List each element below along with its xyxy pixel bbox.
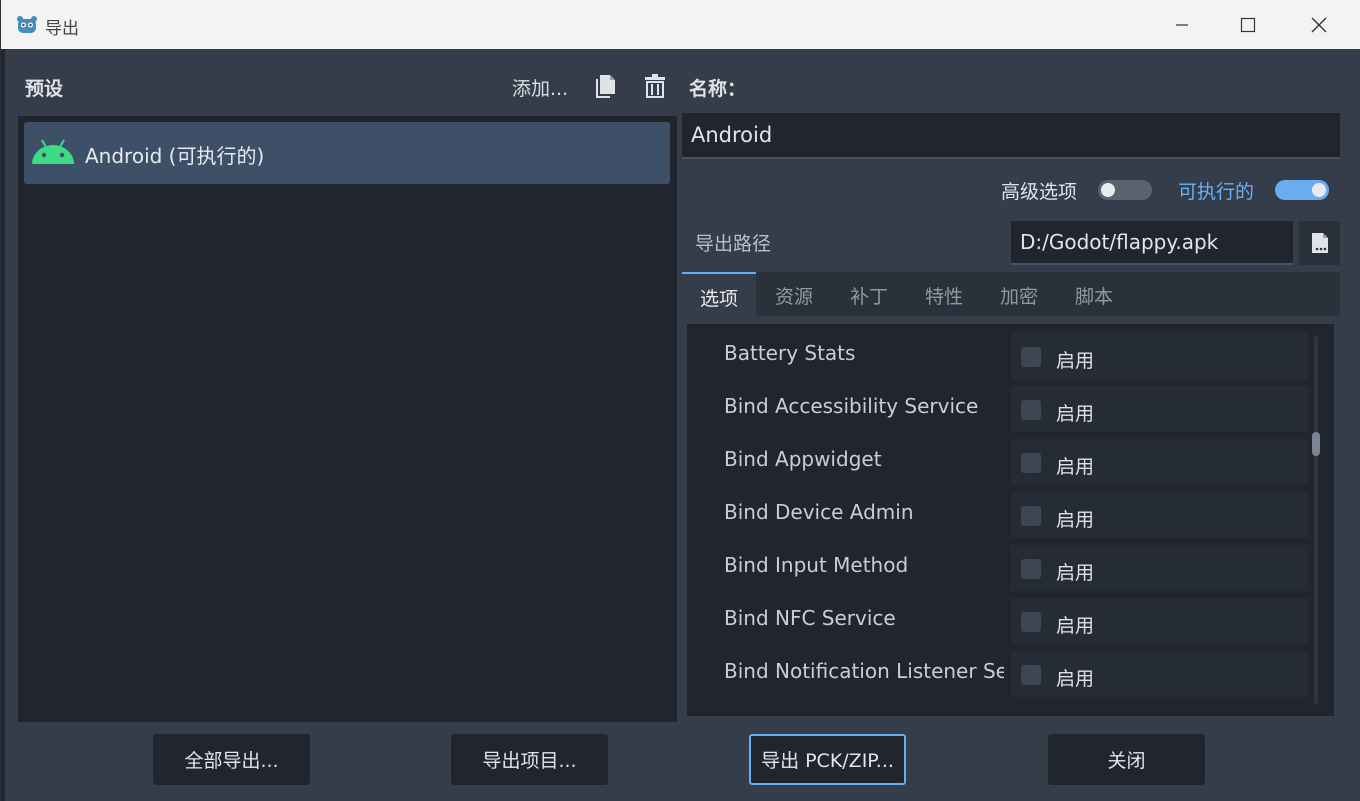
enable-label[interactable]: 启用: [1056, 611, 1094, 638]
enable-checkbox[interactable]: [1021, 347, 1041, 367]
export-project-button[interactable]: 导出项目...: [451, 734, 608, 785]
enable-checkbox[interactable]: [1021, 506, 1041, 526]
preset-list: Android (可执行的): [18, 116, 677, 722]
export-path-input[interactable]: D:/Godot/flappy.apk: [1011, 221, 1293, 265]
enable-checkbox[interactable]: [1021, 400, 1041, 420]
runnable-label: 可执行的: [1178, 181, 1255, 203]
option-label: Bind NFC Service: [724, 606, 896, 630]
option-row: Battery Stats 启用: [687, 327, 1312, 379]
enable-label[interactable]: 启用: [1056, 558, 1094, 585]
tab-patches[interactable]: 补丁: [832, 272, 906, 316]
options-list: Battery Stats 启用 Bind Accessibility Serv…: [687, 324, 1334, 716]
toggle-knob: [1101, 183, 1115, 197]
preset-item-label: Android (可执行的): [85, 144, 265, 168]
close-icon: [1311, 17, 1327, 32]
tab-scripts[interactable]: 脚本: [1057, 272, 1131, 316]
enable-label[interactable]: 启用: [1056, 452, 1094, 479]
maximize-icon: [1240, 17, 1256, 32]
preset-name-input[interactable]: Android: [682, 113, 1340, 159]
tab-features[interactable]: 特性: [907, 272, 981, 316]
export-dialog: 导出 预设 添加... Android (可执行的) 名称： Android 高…: [0, 0, 1360, 801]
presets-heading: 预设: [25, 78, 64, 100]
preset-item-android[interactable]: Android (可执行的): [24, 122, 670, 184]
duplicate-icon[interactable]: [594, 72, 620, 100]
tab-resources[interactable]: 资源: [757, 272, 831, 316]
minimize-button[interactable]: [1147, 0, 1217, 49]
advanced-options-toggle[interactable]: [1098, 180, 1152, 200]
file-icon: [1311, 233, 1328, 253]
tab-options[interactable]: 选项: [682, 272, 756, 316]
enable-label[interactable]: 启用: [1056, 505, 1094, 532]
enable-checkbox[interactable]: [1021, 559, 1041, 579]
toggle-knob: [1312, 183, 1326, 197]
scrollbar-thumb[interactable]: [1312, 432, 1320, 456]
window-title: 导出: [45, 19, 79, 39]
export-path-label: 导出路径: [695, 233, 772, 255]
option-row: Bind NFC Service 启用: [687, 592, 1312, 644]
enable-label[interactable]: 启用: [1056, 346, 1094, 373]
option-row: Bind Accessibility Service 启用: [687, 380, 1312, 432]
option-value: 启用: [1011, 333, 1308, 379]
option-label: Battery Stats: [724, 341, 856, 365]
title-bar: 导出: [1, 0, 1360, 49]
export-all-button[interactable]: 全部导出...: [153, 734, 310, 785]
enable-checkbox[interactable]: [1021, 665, 1041, 685]
option-label: Bind Notification Listener Se: [724, 659, 1004, 683]
delete-icon[interactable]: [642, 72, 668, 100]
godot-logo-icon: [17, 16, 37, 33]
option-row: Bind Notification Listener Se 启用: [687, 645, 1312, 697]
minimize-icon: [1176, 23, 1188, 26]
option-row: Bind Input Method 启用: [687, 539, 1312, 591]
option-label: Bind Input Method: [724, 553, 909, 577]
tab-bar: 选项 资源 补丁 特性 加密 脚本: [682, 272, 1340, 316]
option-row: Bind Appwidget 启用: [687, 433, 1312, 485]
enable-label[interactable]: 启用: [1056, 664, 1094, 691]
option-label: Bind Appwidget: [724, 447, 882, 471]
options-scrollbar[interactable]: [1312, 336, 1320, 704]
option-value: 启用: [1011, 439, 1308, 485]
tab-encryption[interactable]: 加密: [982, 272, 1056, 316]
add-preset-button[interactable]: 添加...: [512, 74, 568, 101]
option-row: Bind Device Admin 启用: [687, 486, 1312, 538]
android-icon: [32, 139, 74, 164]
option-value: 启用: [1011, 492, 1308, 538]
option-label: Bind Accessibility Service: [724, 394, 979, 418]
option-label: Bind Device Admin: [724, 500, 914, 524]
background-strip: [1, 49, 5, 801]
maximize-button[interactable]: [1213, 0, 1283, 49]
name-label: 名称：: [689, 78, 747, 100]
browse-path-button[interactable]: [1299, 221, 1340, 265]
option-value: 启用: [1011, 598, 1308, 644]
option-value: 启用: [1011, 386, 1308, 432]
advanced-options-label: 高级选项: [1001, 181, 1078, 203]
close-window-button[interactable]: [1284, 0, 1354, 49]
option-value: 启用: [1011, 651, 1308, 697]
export-pck-zip-button[interactable]: 导出 PCK/ZIP...: [749, 734, 906, 785]
enable-label[interactable]: 启用: [1056, 399, 1094, 426]
runnable-toggle[interactable]: [1275, 180, 1329, 200]
enable-checkbox[interactable]: [1021, 453, 1041, 473]
option-value: 启用: [1011, 545, 1308, 591]
enable-checkbox[interactable]: [1021, 612, 1041, 632]
close-button[interactable]: 关闭: [1048, 734, 1205, 785]
